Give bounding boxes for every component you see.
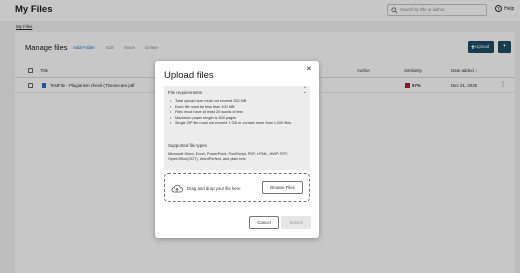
file-requirements-panel: File requirements ⌃⌄ Total upload size m… [164, 86, 310, 170]
drop-zone[interactable]: Drag and drop your file here Browse File… [164, 173, 310, 202]
cancel-button[interactable]: Cancel [249, 216, 279, 229]
upload-files-dialog: Upload files ✕ File requirements ⌃⌄ Tota… [155, 61, 319, 238]
close-icon[interactable]: ✕ [306, 65, 312, 73]
browse-files-button[interactable]: Browse Files [262, 181, 303, 194]
submit-button[interactable]: Submit [281, 216, 311, 229]
file-types-text: Microsoft Word, Excel, PowerPoint, PostS… [168, 152, 289, 162]
collapse-chevron-icon[interactable]: ⌃ ⌄ [303, 86, 307, 93]
requirements-heading: File requirements [168, 90, 202, 95]
dialog-title: Upload files [164, 70, 214, 81]
drop-zone-text: Drag and drop your file here [187, 186, 241, 191]
requirement-item: Single ZIP file must not exceed 1 GB or … [170, 121, 308, 127]
requirements-list: Total upload size must not exceed 250 MB… [170, 99, 308, 127]
file-types-heading: Supported file types [168, 143, 207, 148]
cloud-upload-icon [171, 184, 183, 193]
